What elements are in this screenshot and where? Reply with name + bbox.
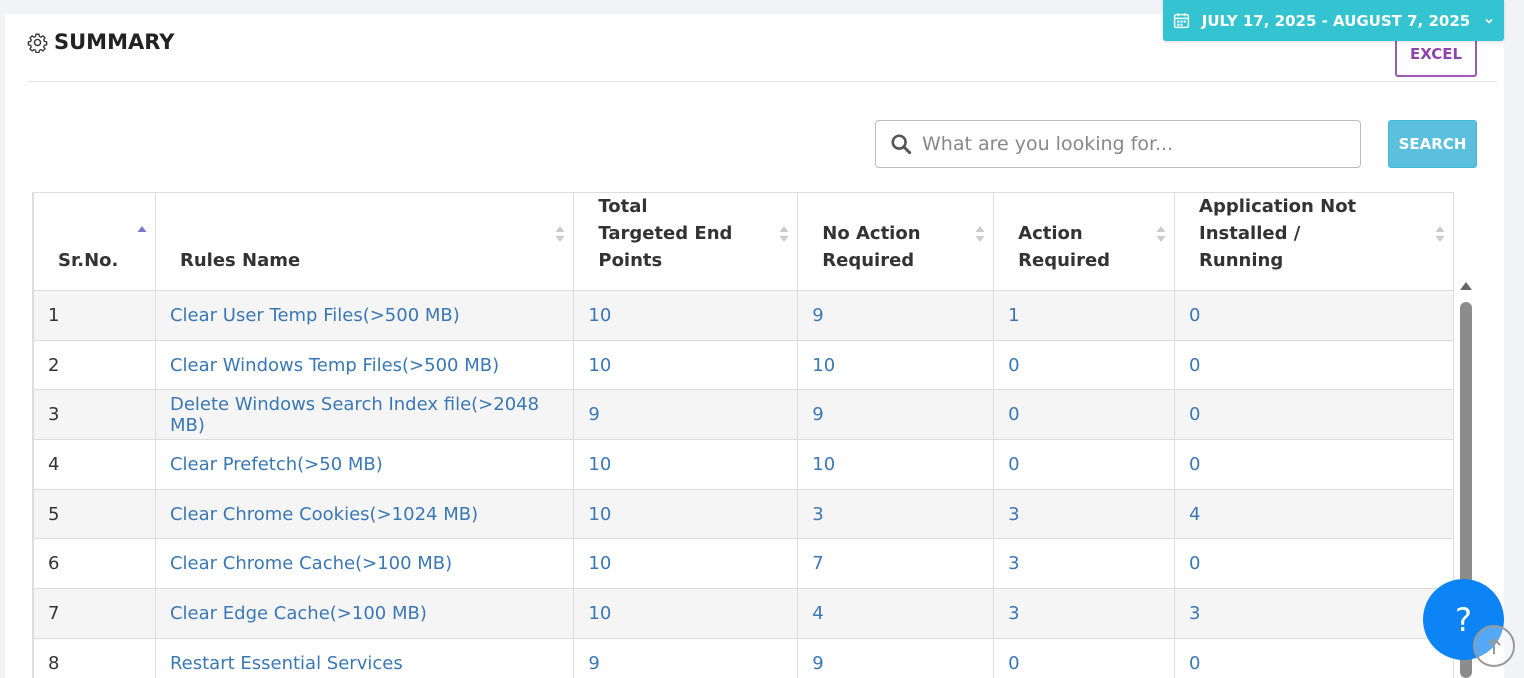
page-title: SUMMARY: [27, 30, 174, 54]
cell-total-link[interactable]: 9: [573, 637, 799, 678]
cell-action-link[interactable]: 3: [993, 588, 1176, 639]
cell-sr-no: 6: [33, 538, 156, 590]
table-row: 8 Restart Essential Services 9 9 0 0: [33, 637, 1454, 678]
table-row: 2 Clear Windows Temp Files(>500 MB) 10 1…: [33, 339, 1454, 391]
cell-no-action-link[interactable]: 10: [797, 439, 995, 490]
cell-sr-no: 7: [33, 588, 156, 639]
cell-app-not-installed-link[interactable]: 3: [1174, 588, 1454, 639]
column-header-no-action[interactable]: No Action Required: [797, 192, 995, 291]
cell-app-not-installed-link[interactable]: 0: [1174, 439, 1454, 490]
cell-sr-no: 4: [33, 439, 156, 490]
cell-app-not-installed-link[interactable]: 4: [1174, 488, 1454, 540]
scroll-to-top-button[interactable]: [1473, 625, 1515, 667]
table-row: 5 Clear Chrome Cookies(>1024 MB) 10 3 3 …: [33, 488, 1454, 540]
cell-sr-no: 1: [33, 290, 156, 341]
cell-sr-no: 2: [33, 339, 156, 391]
sort-icon: [555, 226, 565, 242]
cell-app-not-installed-link[interactable]: 0: [1174, 389, 1454, 441]
cell-sr-no: 8: [33, 637, 156, 678]
cell-total-link[interactable]: 10: [573, 439, 799, 490]
table-row: 7 Clear Edge Cache(>100 MB) 10 4 3 3: [33, 588, 1454, 639]
cell-no-action-link[interactable]: 4: [797, 588, 995, 639]
column-header-action-required[interactable]: Action Required: [993, 192, 1176, 291]
table-row: 3 Delete Windows Search Index file(>2048…: [33, 389, 1454, 441]
search-field[interactable]: [875, 120, 1361, 168]
cell-app-not-installed-link[interactable]: 0: [1174, 290, 1454, 341]
cell-rule-link[interactable]: Restart Essential Services: [154, 637, 575, 678]
cell-no-action-link[interactable]: 10: [797, 339, 995, 391]
search-icon: [891, 134, 912, 155]
cell-rule-link[interactable]: Clear User Temp Files(>500 MB): [154, 290, 575, 341]
arrow-up-circle-icon: [1487, 637, 1501, 654]
cell-action-link[interactable]: 0: [993, 339, 1176, 391]
cell-rule-link[interactable]: Clear Edge Cache(>100 MB): [154, 588, 575, 639]
cell-action-link[interactable]: 3: [993, 488, 1176, 540]
calendar-icon: [1173, 13, 1189, 29]
cell-action-link[interactable]: 0: [993, 439, 1176, 490]
cell-rule-link[interactable]: Clear Chrome Cache(>100 MB): [154, 538, 575, 590]
table-row: 1 Clear User Temp Files(>500 MB) 10 9 1 …: [33, 290, 1454, 341]
cell-total-link[interactable]: 10: [573, 488, 799, 540]
summary-table-container: Sr.No. Rules Name Total Targeted End Poi…: [32, 192, 1455, 678]
cell-total-link[interactable]: 9: [573, 389, 799, 441]
cell-rule-link[interactable]: Clear Prefetch(>50 MB): [154, 439, 575, 490]
table-row: 4 Clear Prefetch(>50 MB) 10 10 0 0: [33, 439, 1454, 490]
sort-icon: [1156, 226, 1166, 242]
cell-action-link[interactable]: 3: [993, 538, 1176, 590]
scroll-up-arrow-icon[interactable]: [1459, 281, 1473, 291]
cell-rule-link[interactable]: Clear Windows Temp Files(>500 MB): [154, 339, 575, 391]
cell-total-link[interactable]: 10: [573, 290, 799, 341]
cell-app-not-installed-link[interactable]: 0: [1174, 339, 1454, 391]
sort-icon: [779, 226, 789, 242]
sort-icon: [1435, 226, 1445, 242]
cell-sr-no: 3: [33, 389, 156, 441]
cell-app-not-installed-link[interactable]: 0: [1174, 538, 1454, 590]
search-input[interactable]: [922, 133, 1342, 155]
page-title-text: SUMMARY: [54, 30, 175, 54]
column-header-app-not-installed[interactable]: Application Not Installed / Running: [1174, 192, 1454, 291]
cell-total-link[interactable]: 10: [573, 538, 799, 590]
cell-action-link[interactable]: 0: [993, 389, 1176, 441]
sort-ascending-icon: [137, 226, 147, 232]
sort-icon: [975, 226, 985, 242]
cell-no-action-link[interactable]: 9: [797, 389, 995, 441]
cell-rule-link[interactable]: Delete Windows Search Index file(>2048 M…: [154, 389, 575, 441]
cell-sr-no: 5: [33, 488, 156, 540]
column-header-sr-no[interactable]: Sr.No.: [33, 192, 156, 291]
column-header-total-targeted[interactable]: Total Targeted End Points: [573, 192, 799, 291]
chevron-down-icon: [1485, 18, 1493, 24]
cell-no-action-link[interactable]: 9: [797, 637, 995, 678]
cell-rule-link[interactable]: Clear Chrome Cookies(>1024 MB): [154, 488, 575, 540]
cell-total-link[interactable]: 10: [573, 588, 799, 639]
cell-no-action-link[interactable]: 9: [797, 290, 995, 341]
table-row: 6 Clear Chrome Cache(>100 MB) 10 7 3 0: [33, 538, 1454, 590]
cell-action-link[interactable]: 0: [993, 637, 1176, 678]
cell-app-not-installed-link[interactable]: 0: [1174, 637, 1454, 678]
cell-no-action-link[interactable]: 3: [797, 488, 995, 540]
cell-no-action-link[interactable]: 7: [797, 538, 995, 590]
search-button[interactable]: SEARCH: [1388, 120, 1477, 168]
cell-action-link[interactable]: 1: [993, 290, 1176, 341]
date-range-label: JULY 17, 2025 - AUGUST 7, 2025: [1201, 11, 1471, 30]
column-header-rules-name[interactable]: Rules Name: [154, 192, 575, 291]
date-range-button[interactable]: JULY 17, 2025 - AUGUST 7, 2025: [1163, 0, 1504, 41]
cell-total-link[interactable]: 10: [573, 339, 799, 391]
table-header-row: Sr.No. Rules Name Total Targeted End Poi…: [33, 192, 1454, 291]
gear-icon: [27, 33, 48, 53]
summary-table: Sr.No. Rules Name Total Targeted End Poi…: [33, 192, 1454, 678]
